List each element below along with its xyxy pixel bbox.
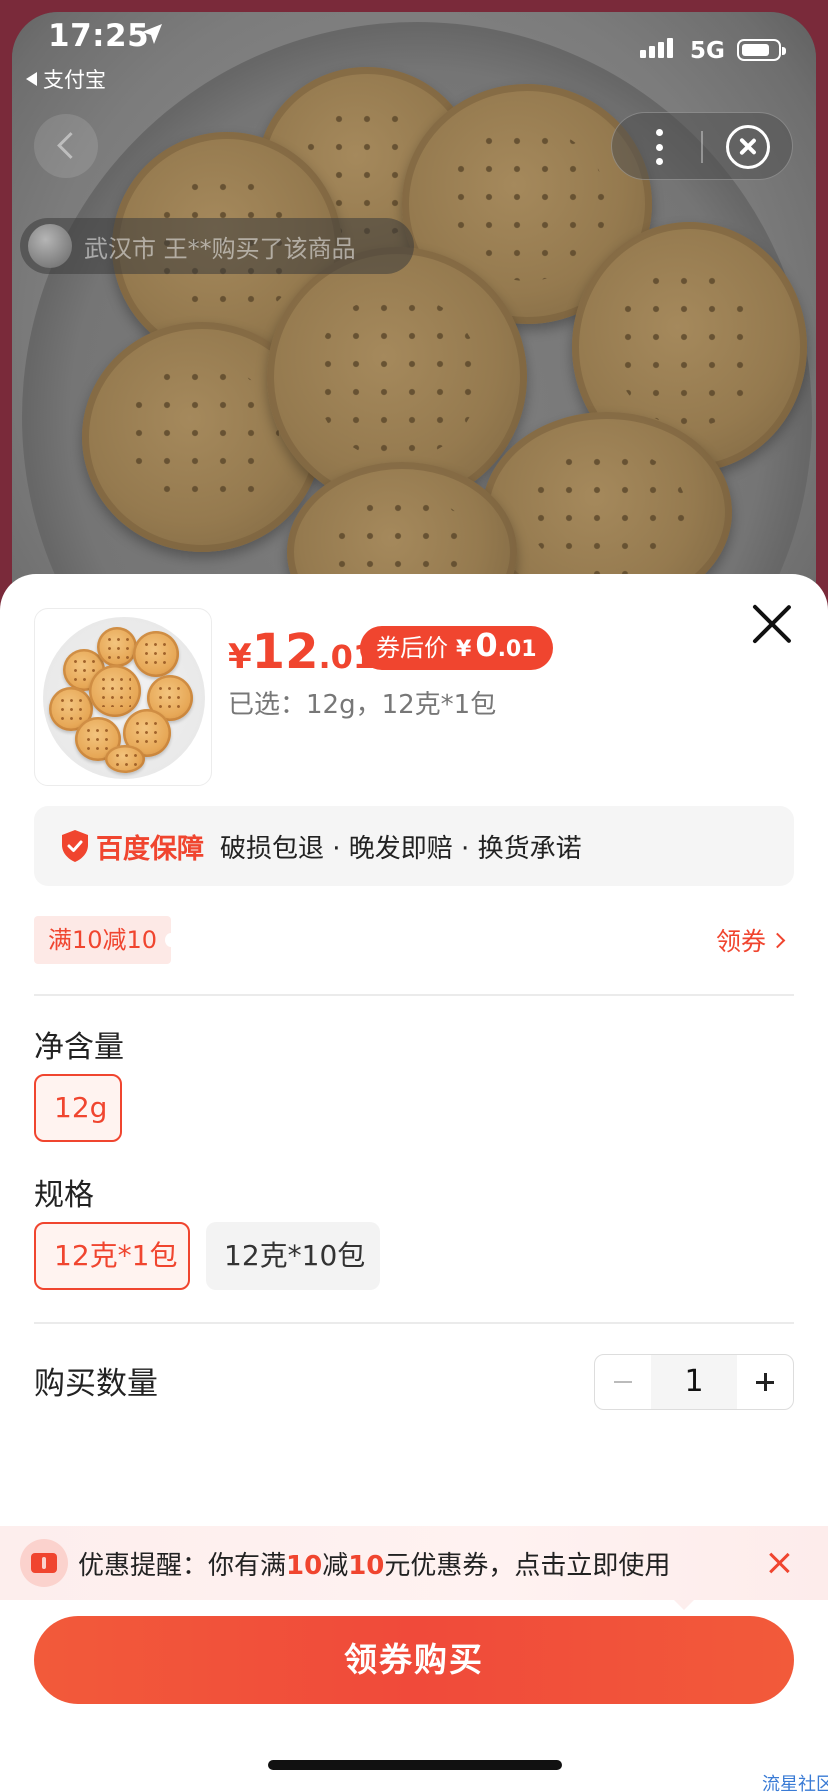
- coupon-buy-button[interactable]: 领券购买: [34, 1616, 794, 1704]
- get-coupon-label: 领券: [716, 927, 767, 956]
- battery-icon: [737, 39, 786, 61]
- divider: [34, 1322, 794, 1324]
- selected-sku-text: 已选：12g，12克*1包: [228, 690, 497, 720]
- quantity-value[interactable]: 1: [651, 1355, 737, 1409]
- shield-check-icon: [62, 830, 88, 862]
- reminder-suffix: 元优惠券，点击立即使用: [384, 1550, 671, 1581]
- reminder-amount-discount: 10: [348, 1550, 385, 1581]
- plus-icon[interactable]: [737, 1355, 793, 1409]
- net-content-title: 净含量: [34, 1030, 124, 1065]
- signal-icon: [640, 38, 673, 58]
- chevron-right-icon: [769, 932, 786, 948]
- home-indicator: [268, 1760, 562, 1770]
- mini-program-capsule: [611, 112, 793, 180]
- price: ¥ 12 .01: [228, 624, 375, 680]
- guarantee-items: 破损包退 · 晚发即赔 · 换货承诺: [220, 833, 582, 864]
- circle-close-icon[interactable]: [726, 125, 770, 169]
- current-price: ¥ 12 .01: [228, 624, 375, 680]
- avatar: [28, 224, 72, 268]
- close-icon[interactable]: [752, 604, 792, 644]
- quantity-stepper: 1: [594, 1354, 794, 1410]
- after-coupon-label: 券后价: [376, 634, 448, 662]
- quantity-label: 购买数量: [34, 1366, 158, 1402]
- mini-biscuit-image: [97, 627, 137, 667]
- location-arrow-icon: [142, 24, 162, 44]
- spec-option-10-pack[interactable]: 12克*10包: [206, 1222, 380, 1290]
- promo-tag: 满10减10: [34, 916, 178, 964]
- mini-biscuit-image: [89, 665, 141, 717]
- sku-bottom-sheet: ¥ 12 .01 券后价 ¥ 0 .01 已选：12g，12克*1包 百度保障 …: [0, 574, 828, 1792]
- clock: 17:25: [48, 18, 150, 54]
- back-button[interactable]: [34, 114, 98, 178]
- reminder-amount-threshold: 10: [286, 1550, 323, 1581]
- coupon-reminder-text: 优惠提醒：你有满10减10元优惠券，点击立即使用: [78, 1545, 670, 1582]
- capsule-divider: [701, 131, 703, 163]
- minus-icon[interactable]: [595, 1355, 651, 1409]
- recent-purchase-text: 武汉市 王**购买了该商品: [84, 234, 356, 263]
- get-coupon-link[interactable]: 领券: [716, 922, 786, 958]
- back-app-label: 支付宝: [43, 68, 106, 92]
- status-bar: 17:25 支付宝 5G: [0, 0, 828, 100]
- price-currency: ¥: [228, 637, 252, 677]
- network-type: 5G: [690, 38, 725, 64]
- after-coupon-price-badge: 券后价 ¥ 0 .01: [360, 626, 553, 670]
- mini-biscuit-image: [105, 745, 145, 773]
- reminder-mid: 减: [322, 1550, 349, 1581]
- recent-purchase-toast: 武汉市 王**购买了该商品: [20, 218, 414, 274]
- net-content-option-12g[interactable]: 12g: [34, 1074, 122, 1142]
- divider: [34, 994, 794, 996]
- close-icon[interactable]: [768, 1552, 790, 1574]
- after-coupon-decimal: .01: [497, 637, 537, 662]
- after-coupon-currency: ¥: [456, 637, 472, 662]
- price-integer: 12: [251, 624, 319, 680]
- back-triangle-icon: [26, 72, 37, 86]
- guarantee-brand: 百度保障: [96, 833, 204, 865]
- product-hero-image: [12, 12, 816, 612]
- more-vertical-icon[interactable]: [655, 129, 663, 165]
- after-coupon-integer: 0: [475, 626, 498, 664]
- guarantee-banner[interactable]: 百度保障 破损包退 · 晚发即赔 · 换货承诺: [34, 806, 794, 886]
- coupon-reminder-bar[interactable]: 优惠提醒：你有满10减10元优惠券，点击立即使用: [0, 1526, 828, 1610]
- coupon-ticket-icon: [20, 1539, 68, 1587]
- reminder-prefix: 优惠提醒：你有满: [78, 1550, 287, 1581]
- back-to-app[interactable]: 支付宝: [26, 64, 106, 94]
- spec-option-1-pack[interactable]: 12克*1包: [34, 1222, 190, 1290]
- mini-biscuit-image: [133, 631, 179, 677]
- watermark: 流星社区: [762, 1774, 828, 1792]
- product-thumbnail[interactable]: [34, 608, 212, 786]
- spec-title: 规格: [34, 1178, 94, 1213]
